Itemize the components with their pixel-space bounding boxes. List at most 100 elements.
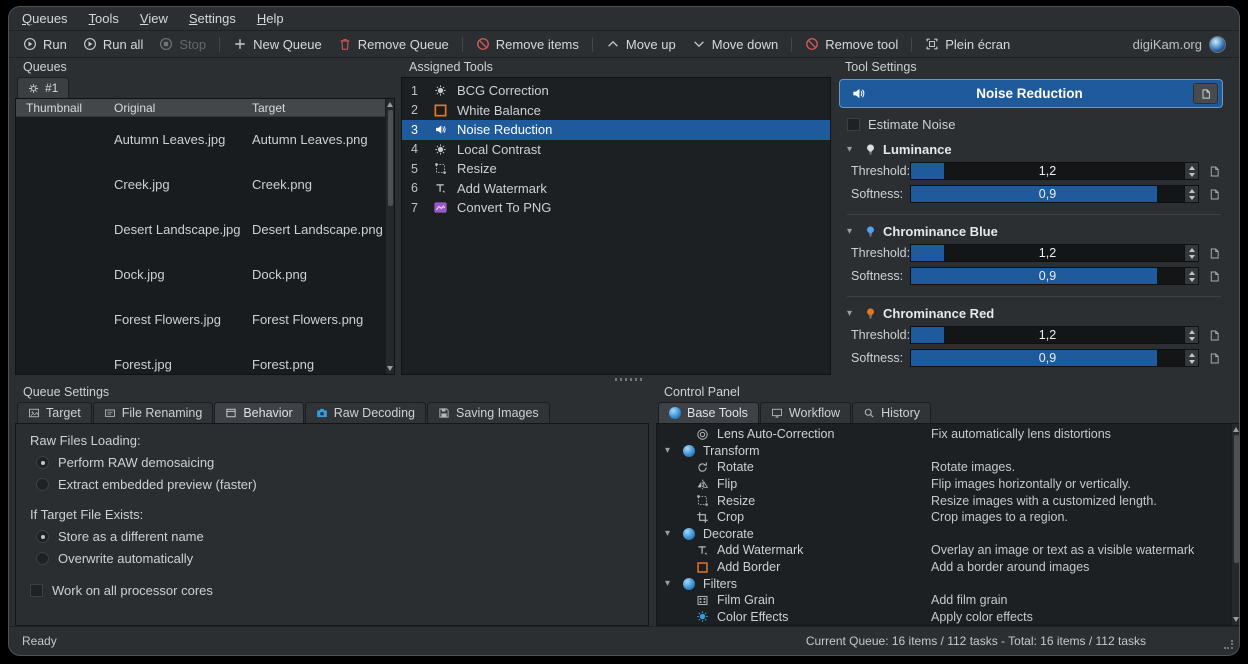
reset-value-button[interactable] xyxy=(1208,270,1221,283)
scrollbar-thumb[interactable] xyxy=(1234,435,1239,563)
expander-icon[interactable]: ▾ xyxy=(665,578,680,589)
spin-buttons[interactable] xyxy=(1184,268,1198,284)
column-header-original[interactable]: Original xyxy=(104,99,242,116)
reset-value-button[interactable] xyxy=(1208,165,1221,178)
spin-up-icon[interactable] xyxy=(1189,330,1195,334)
estimate-noise-checkbox[interactable] xyxy=(847,118,860,131)
tab-base-tools[interactable]: Base Tools xyxy=(658,402,759,423)
queue-row-dock-jpg[interactable]: Dock.jpgDock.png xyxy=(16,252,394,297)
assigned-tool-convert-to-png[interactable]: 7Convert To PNG xyxy=(402,198,830,218)
queue-row-autumn-leaves-jpg[interactable]: Autumn Leaves.jpgAutumn Leaves.png xyxy=(16,117,394,162)
reset-value-button[interactable] xyxy=(1208,329,1221,342)
spin-buttons[interactable] xyxy=(1184,245,1198,261)
spin-up-icon[interactable] xyxy=(1189,189,1195,193)
assigned-tool-bcg-correction[interactable]: 1BCG Correction xyxy=(402,81,830,101)
spin-buttons[interactable] xyxy=(1184,350,1198,366)
column-header-target[interactable]: Target xyxy=(242,99,385,116)
spin-down-icon[interactable] xyxy=(1189,278,1195,282)
slider-spinbox[interactable]: 1,2 xyxy=(910,244,1199,262)
menu-tools[interactable]: Tools xyxy=(89,11,119,26)
expander-icon[interactable]: ▾ xyxy=(665,528,680,539)
queue-tab-1[interactable]: #1 xyxy=(17,77,69,98)
spin-down-icon[interactable] xyxy=(1189,360,1195,364)
digikam-brand-link[interactable]: digiKam.org xyxy=(1133,36,1233,53)
tab-file-renaming[interactable]: File Renaming xyxy=(93,402,214,423)
toolbar-plein-cran-button[interactable]: Plein écran xyxy=(917,33,1018,56)
tab-target[interactable]: Target xyxy=(17,402,92,423)
tab-history[interactable]: History xyxy=(852,402,931,423)
radio-icon[interactable] xyxy=(36,478,49,491)
slider-spinbox[interactable]: 1,2 xyxy=(910,162,1199,180)
tree-group-decorate[interactable]: ▾Decorate xyxy=(657,526,1240,543)
tool-defaults-button[interactable] xyxy=(1193,83,1218,104)
processor-cores-checkbox[interactable] xyxy=(30,584,43,597)
spin-up-icon[interactable] xyxy=(1189,166,1195,170)
radio-option-overwrite-automatically[interactable]: Overwrite automatically xyxy=(36,551,634,566)
radio-icon[interactable] xyxy=(36,530,49,543)
tab-raw-decoding[interactable]: Raw Decoding xyxy=(305,402,426,423)
toolbar-stop-button[interactable]: Stop xyxy=(151,33,214,56)
spin-up-icon[interactable] xyxy=(1189,271,1195,275)
tree-item-film-grain[interactable]: Film GrainAdd film grain xyxy=(657,592,1240,609)
reset-value-button[interactable] xyxy=(1208,247,1221,260)
spin-buttons[interactable] xyxy=(1184,186,1198,202)
toolbar-remove-tool-button[interactable]: Remove tool xyxy=(797,33,906,56)
assigned-tool-noise-reduction[interactable]: 3Noise Reduction xyxy=(402,120,830,140)
estimate-noise-row[interactable]: Estimate Noise xyxy=(847,117,1237,132)
tree-item-color-effects[interactable]: Color EffectsApply color effects xyxy=(657,609,1240,626)
menu-queues[interactable]: Queues xyxy=(22,11,68,26)
scroll-down-icon[interactable] xyxy=(1233,617,1239,622)
queue-row-desert-landscape-jpg[interactable]: Desert Landscape.jpgDesert Landscape.png xyxy=(16,207,394,252)
spin-down-icon[interactable] xyxy=(1189,196,1195,200)
queue-row-creek-jpg[interactable]: Creek.jpgCreek.png xyxy=(16,162,394,207)
slider-spinbox[interactable]: 1,2 xyxy=(910,326,1199,344)
spin-up-icon[interactable] xyxy=(1189,248,1195,252)
tree-item-resize[interactable]: ResizeResize images with a customized le… xyxy=(657,492,1240,509)
spin-down-icon[interactable] xyxy=(1189,255,1195,259)
assigned-tool-white-balance[interactable]: 2White Balance xyxy=(402,101,830,121)
tab-behavior[interactable]: Behavior xyxy=(214,402,303,423)
reset-value-button[interactable] xyxy=(1208,352,1221,365)
collapse-arrow-icon[interactable]: ▾ xyxy=(847,144,858,155)
radio-option-extract-embedded-preview-faster[interactable]: Extract embedded preview (faster) xyxy=(36,477,634,492)
tree-item-lens-auto-correction[interactable]: Lens Auto-CorrectionFix automatically le… xyxy=(657,426,1240,443)
assigned-tool-local-contrast[interactable]: 4Local Contrast xyxy=(402,140,830,160)
expander-icon[interactable]: ▾ xyxy=(665,445,680,456)
tree-group-filters[interactable]: ▾Filters xyxy=(657,575,1240,592)
horizontal-splitter[interactable] xyxy=(9,375,1239,383)
tree-scrollbar[interactable] xyxy=(1231,424,1240,625)
resize-grip[interactable] xyxy=(1224,640,1233,649)
tab-saving-images[interactable]: Saving Images xyxy=(427,402,550,423)
menu-help[interactable]: Help xyxy=(257,11,284,26)
toolbar-new-queue-button[interactable]: New Queue xyxy=(225,33,330,56)
slider-spinbox[interactable]: 0,9 xyxy=(910,267,1199,285)
menu-view[interactable]: View xyxy=(140,11,168,26)
tree-item-add-watermark[interactable]: Add WatermarkOverlay an image or text as… xyxy=(657,542,1240,559)
scroll-down-icon[interactable] xyxy=(387,366,393,371)
assigned-tool-resize[interactable]: 5Resize xyxy=(402,159,830,179)
scroll-up-icon[interactable] xyxy=(1233,427,1239,432)
toolbar-remove-queue-button[interactable]: Remove Queue xyxy=(330,33,457,56)
radio-option-perform-raw-demosaicing[interactable]: Perform RAW demosaicing xyxy=(36,455,634,470)
collapse-arrow-icon[interactable]: ▾ xyxy=(847,308,858,319)
radio-option-store-as-a-different-name[interactable]: Store as a different name xyxy=(36,529,634,544)
toolbar-remove-items-button[interactable]: Remove items xyxy=(468,33,587,56)
toolbar-move-down-button[interactable]: Move down xyxy=(684,33,786,56)
spin-buttons[interactable] xyxy=(1184,163,1198,179)
scrollbar-thumb[interactable] xyxy=(388,110,393,206)
scroll-up-icon[interactable] xyxy=(387,102,393,107)
tab-workflow[interactable]: Workflow xyxy=(760,402,851,423)
processor-cores-row[interactable]: Work on all processor cores xyxy=(30,583,634,598)
collapse-arrow-icon[interactable]: ▾ xyxy=(847,226,858,237)
tree-item-crop[interactable]: CropCrop images to a region. xyxy=(657,509,1240,526)
spin-up-icon[interactable] xyxy=(1189,353,1195,357)
spin-down-icon[interactable] xyxy=(1189,337,1195,341)
tree-group-transform[interactable]: ▾Transform xyxy=(657,443,1240,460)
spin-down-icon[interactable] xyxy=(1189,173,1195,177)
tree-item-flip[interactable]: FlipFlip images horizontally or vertical… xyxy=(657,476,1240,493)
splitter-handle-icon[interactable] xyxy=(615,378,643,381)
reset-value-button[interactable] xyxy=(1208,188,1221,201)
toolbar-run-button[interactable]: Run xyxy=(15,33,75,56)
queue-row-forest-flowers-jpg[interactable]: Forest Flowers.jpgForest Flowers.png xyxy=(16,297,394,342)
menu-settings[interactable]: Settings xyxy=(189,11,236,26)
